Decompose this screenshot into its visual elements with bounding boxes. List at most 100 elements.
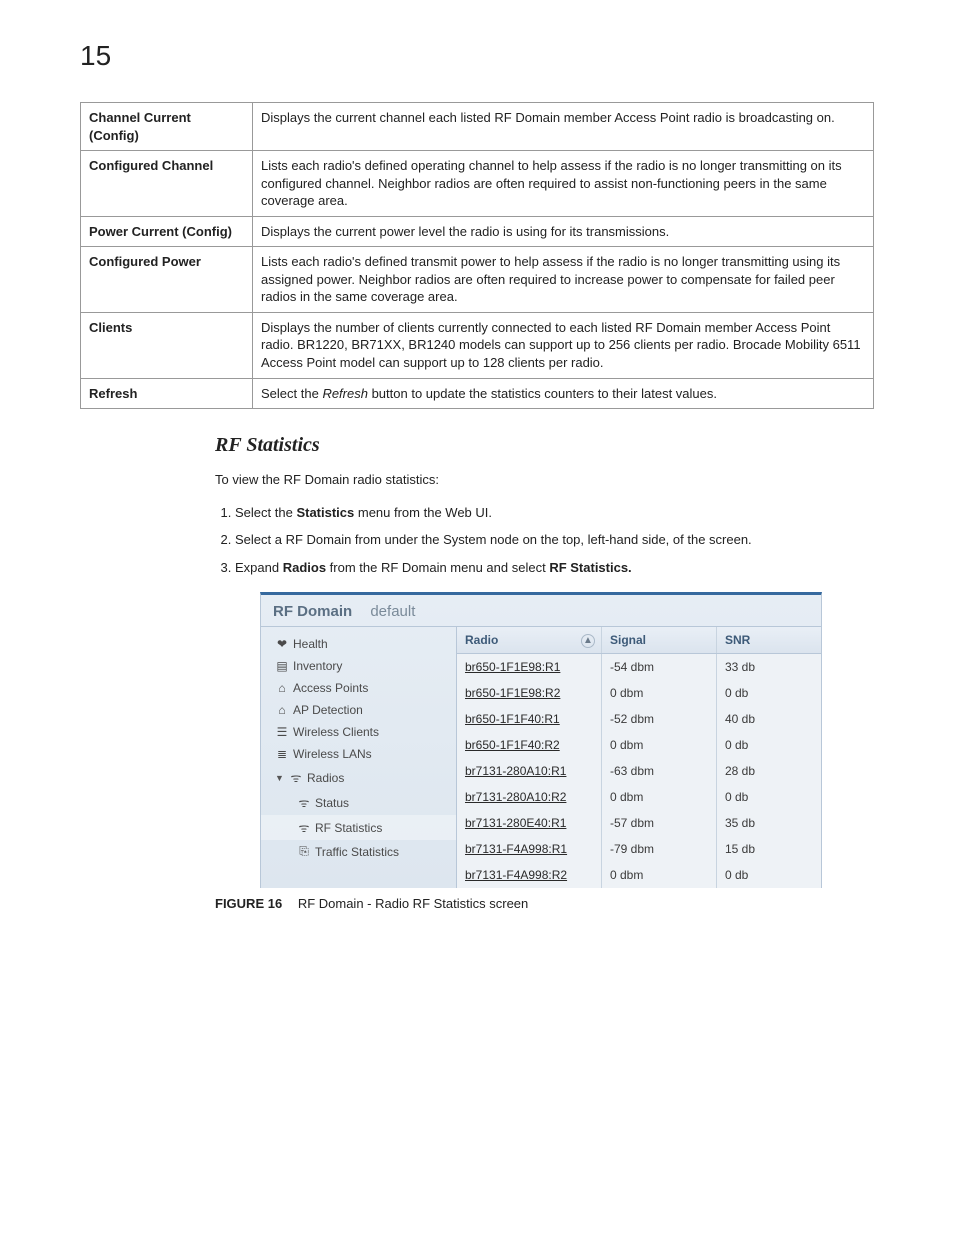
step-1-pre: Select the bbox=[235, 505, 296, 520]
cell-signal: 0 dbm bbox=[602, 862, 717, 888]
col-signal[interactable]: Signal bbox=[602, 627, 717, 653]
sort-indicator-icon[interactable]: ▲ bbox=[581, 634, 595, 648]
nav-item[interactable]: ☰ Wireless Clients bbox=[261, 721, 456, 743]
cell-signal: 0 dbm bbox=[602, 784, 717, 810]
cell-snr: 28 db bbox=[717, 758, 821, 784]
step-3-mid: from the RF Domain menu and select bbox=[326, 560, 549, 575]
def-desc: Lists each radio's defined operating cha… bbox=[253, 151, 874, 217]
grid-row[interactable]: br650-1F1F40:R1 -52 dbm40 db bbox=[457, 706, 821, 732]
nav-subitem-label: Traffic Statistics bbox=[315, 845, 399, 859]
table-row: RefreshSelect the Refresh button to upda… bbox=[81, 378, 874, 409]
cell-radio[interactable]: br7131-F4A998:R2 bbox=[457, 862, 602, 888]
nav-item-label: Wireless Clients bbox=[293, 725, 379, 739]
cell-snr: 33 db bbox=[717, 654, 821, 680]
nav-item[interactable]: ▤ Inventory bbox=[261, 655, 456, 677]
radio-link[interactable]: br650-1F1F40:R1 bbox=[465, 712, 560, 726]
nav-subitem-icon: ᯤ bbox=[297, 819, 311, 836]
grid-row[interactable]: br650-1F1E98:R2 0 dbm0 db bbox=[457, 680, 821, 706]
cell-snr: 0 db bbox=[717, 680, 821, 706]
grid-row[interactable]: br7131-280E40:R1 -57 dbm35 db bbox=[457, 810, 821, 836]
cell-radio[interactable]: br7131-F4A998:R1 bbox=[457, 836, 602, 862]
cell-radio[interactable]: br7131-280A10:R2 bbox=[457, 784, 602, 810]
def-desc: Select the Refresh button to update the … bbox=[253, 378, 874, 409]
nav-item[interactable]: ❤ Health bbox=[261, 633, 456, 655]
grid-header: Radio ▲ Signal SNR bbox=[457, 627, 821, 654]
def-key: Clients bbox=[81, 312, 253, 378]
nav-item-icon: ❤ bbox=[275, 637, 289, 651]
radio-link[interactable]: br7131-280A10:R1 bbox=[465, 764, 566, 778]
grid-row[interactable]: br7131-280A10:R2 0 dbm0 db bbox=[457, 784, 821, 810]
def-key: Channel Current (Config) bbox=[81, 103, 253, 151]
page-number: 15 bbox=[80, 40, 874, 72]
cell-signal: -63 dbm bbox=[602, 758, 717, 784]
cell-radio[interactable]: br650-1F1F40:R1 bbox=[457, 706, 602, 732]
step-1-bold: Statistics bbox=[296, 505, 354, 520]
radio-link[interactable]: br650-1F1E98:R2 bbox=[465, 686, 560, 700]
steps-list: Select the Statistics menu from the Web … bbox=[215, 503, 874, 578]
expand-icon[interactable]: ▼ bbox=[275, 773, 285, 783]
cell-radio[interactable]: br650-1F1E98:R1 bbox=[457, 654, 602, 680]
nav-tree: ❤ Health ▤ Inventory ⌂ Access Points ⌂AP Detec… bbox=[261, 627, 457, 888]
cell-snr: 0 db bbox=[717, 784, 821, 810]
grid-row[interactable]: br7131-280A10:R1 -63 dbm28 db bbox=[457, 758, 821, 784]
figure-text: RF Domain - Radio RF Statistics screen bbox=[298, 896, 528, 911]
radio-link[interactable]: br7131-F4A998:R1 bbox=[465, 842, 567, 856]
cell-signal: 0 dbm bbox=[602, 680, 717, 706]
cell-radio[interactable]: br650-1F1E98:R2 bbox=[457, 680, 602, 706]
nav-item-label: AP Detection bbox=[293, 703, 363, 717]
def-desc: Displays the current channel each listed… bbox=[253, 103, 874, 151]
radio-icon: ᯤ bbox=[289, 769, 303, 786]
nav-item-label: Access Points bbox=[293, 681, 368, 695]
def-desc: Displays the number of clients currently… bbox=[253, 312, 874, 378]
grid-row[interactable]: br650-1F1E98:R1-54 dbm33 db bbox=[457, 654, 821, 680]
screenshot-header: RF Domain default bbox=[261, 595, 821, 627]
radio-link[interactable]: br650-1F1F40:R2 bbox=[465, 738, 560, 752]
grid-row[interactable]: br7131-F4A998:R1 -79 dbm15 db bbox=[457, 836, 821, 862]
grid-row[interactable]: br7131-F4A998:R2 0 dbm0 db bbox=[457, 862, 821, 888]
data-grid: Radio ▲ Signal SNR br650-1F1E98:R1-54 db… bbox=[457, 627, 821, 888]
cell-snr: 35 db bbox=[717, 810, 821, 836]
def-key: Refresh bbox=[81, 378, 253, 409]
figure-caption: FIGURE 16 RF Domain - Radio RF Statistic… bbox=[215, 896, 874, 911]
cell-snr: 40 db bbox=[717, 706, 821, 732]
nav-subitem[interactable]: ᯤRF Statistics bbox=[261, 815, 456, 840]
def-key: Power Current (Config) bbox=[81, 216, 253, 247]
table-row: ClientsDisplays the number of clients cu… bbox=[81, 312, 874, 378]
cell-snr: 0 db bbox=[717, 732, 821, 758]
nav-item[interactable]: ≣Wireless LANs bbox=[261, 743, 456, 765]
nav-item-icon: ⌂ bbox=[275, 681, 289, 695]
col-snr[interactable]: SNR bbox=[717, 627, 821, 653]
radio-link[interactable]: br650-1F1E98:R1 bbox=[465, 660, 560, 674]
step-1: Select the Statistics menu from the Web … bbox=[235, 503, 874, 523]
nav-item[interactable]: ⌂ Access Points bbox=[261, 677, 456, 699]
cell-snr: 0 db bbox=[717, 862, 821, 888]
radio-link[interactable]: br7131-280A10:R2 bbox=[465, 790, 566, 804]
cell-snr: 15 db bbox=[717, 836, 821, 862]
step-2: Select a RF Domain from under the System… bbox=[235, 530, 874, 550]
nav-item-icon: ☰ bbox=[275, 725, 289, 739]
def-key: Configured Channel bbox=[81, 151, 253, 217]
cell-radio[interactable]: br7131-280E40:R1 bbox=[457, 810, 602, 836]
nav-item-label: Inventory bbox=[293, 659, 342, 673]
nav-item-label: Wireless LANs bbox=[293, 747, 372, 761]
cell-signal: -79 dbm bbox=[602, 836, 717, 862]
radio-link[interactable]: br7131-280E40:R1 bbox=[465, 816, 566, 830]
cell-radio[interactable]: br7131-280A10:R1 bbox=[457, 758, 602, 784]
nav-item-label: Health bbox=[293, 637, 328, 651]
radio-link[interactable]: br7131-F4A998:R2 bbox=[465, 868, 567, 882]
col-radio[interactable]: Radio ▲ bbox=[457, 627, 602, 653]
nav-item-label: Radios bbox=[307, 771, 344, 785]
table-row: Channel Current (Config)Displays the cur… bbox=[81, 103, 874, 151]
nav-item[interactable]: ⌂AP Detection bbox=[261, 699, 456, 721]
nav-subitem[interactable]: ᯤStatus bbox=[261, 790, 456, 815]
nav-subitem[interactable]: ⎘Traffic Statistics bbox=[261, 840, 456, 863]
step-3-pre: Expand bbox=[235, 560, 283, 575]
cell-signal: -57 dbm bbox=[602, 810, 717, 836]
nav-item-icon: ▤ bbox=[275, 659, 289, 673]
screenshot-region: RF Domain default ❤ Health ▤ Inventory ⌂ Acce… bbox=[260, 592, 822, 888]
table-row: Configured ChannelLists each radio's def… bbox=[81, 151, 874, 217]
cell-signal: -52 dbm bbox=[602, 706, 717, 732]
cell-radio[interactable]: br650-1F1F40:R2 bbox=[457, 732, 602, 758]
nav-item-radios[interactable]: ▼ ᯤ Radios bbox=[261, 765, 456, 790]
grid-row[interactable]: br650-1F1F40:R20 dbm0 db bbox=[457, 732, 821, 758]
